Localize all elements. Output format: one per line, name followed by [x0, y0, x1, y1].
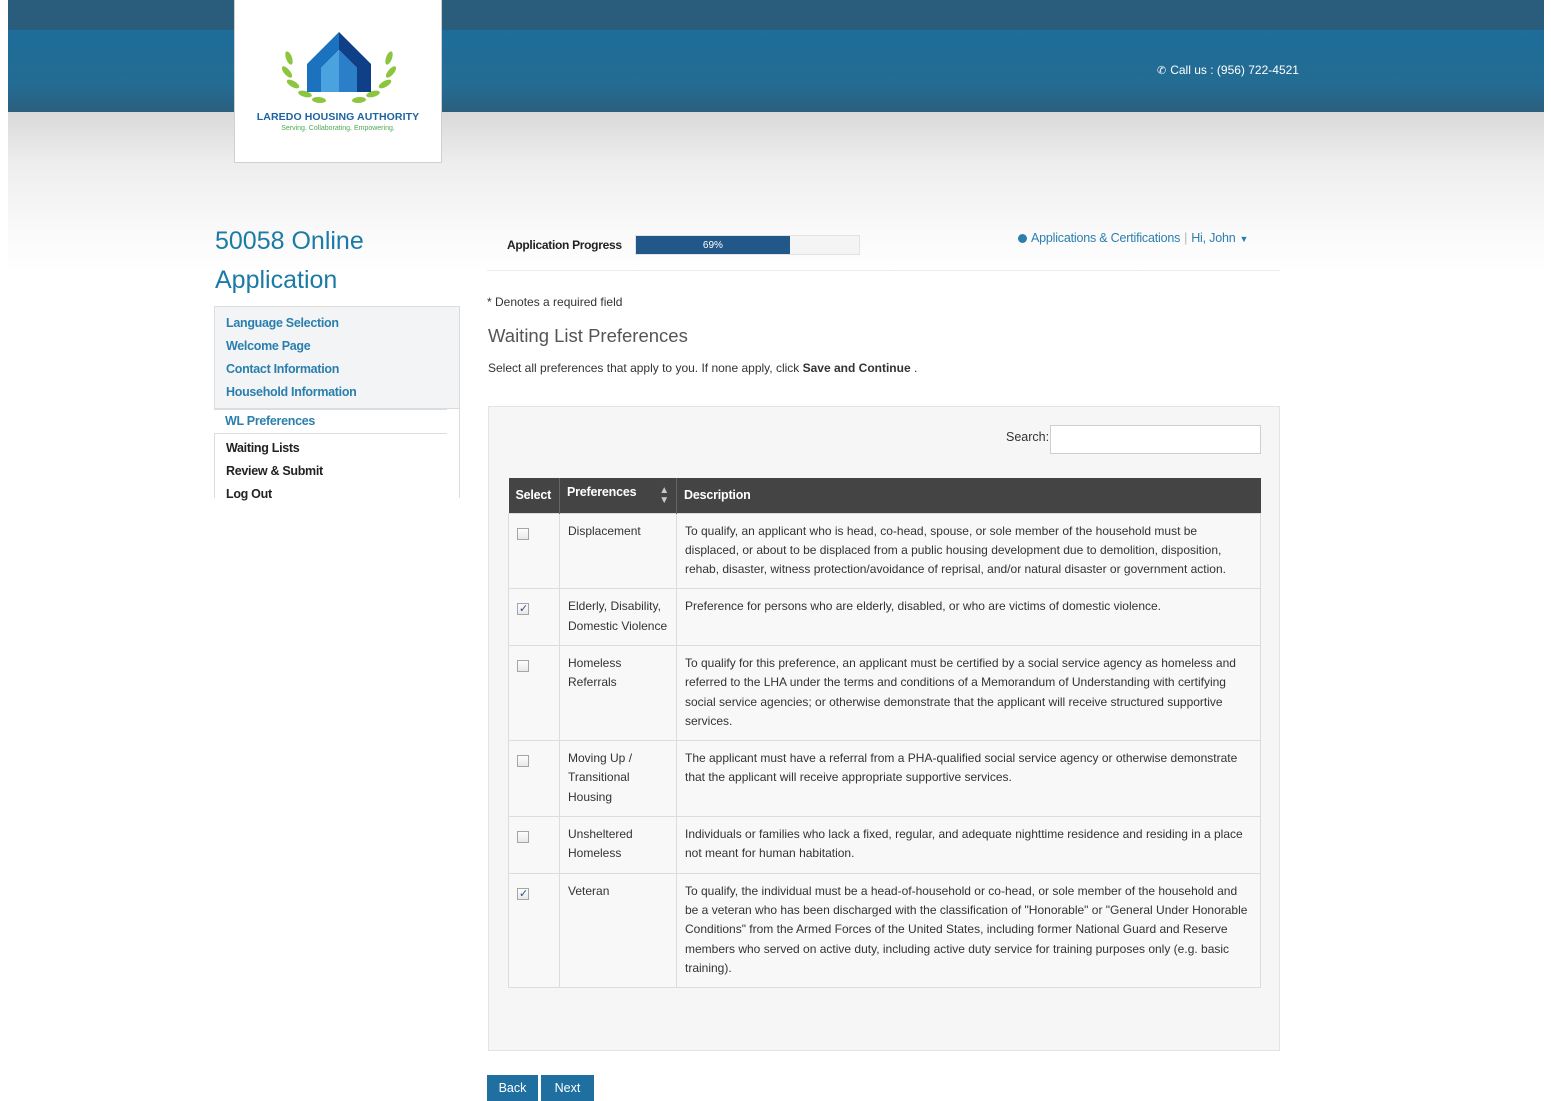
preference-name: Homeless Referrals: [559, 644, 677, 742]
select-cell: [508, 740, 560, 818]
instructions-prefix: Select all preferences that apply to you…: [488, 361, 803, 375]
select-cell: [508, 872, 560, 989]
select-cell: [508, 512, 560, 590]
search-label: Search:: [1006, 430, 1050, 444]
logo[interactable]: LAREDO HOUSING AUTHORITY Serving. Collab…: [234, 0, 442, 163]
preference-checkbox[interactable]: [517, 659, 529, 672]
caret-down-icon: ▼: [1239, 234, 1249, 244]
divider: [487, 270, 1280, 271]
table-row: Moving Up / Transitional Housing The appl…: [508, 740, 1261, 818]
sidebar-completed-group: Language Selection Welcome Page Contact …: [215, 307, 459, 409]
column-header-preferences[interactable]: Preferences ▲ ▼: [559, 478, 677, 513]
search-input[interactable]: [1050, 425, 1261, 454]
select-cell: [508, 816, 560, 874]
preference-name: Moving Up / Transitional Housing: [559, 740, 677, 818]
sidebar-item-contact-information[interactable]: Contact Information: [215, 358, 459, 381]
page-title: 50058 Online Application: [215, 222, 455, 300]
instructions-bold: Save and Continue: [802, 361, 911, 375]
back-button[interactable]: Back: [487, 1075, 538, 1101]
preference-checkbox[interactable]: [517, 600, 529, 620]
call-us[interactable]: ✆ Call us : (956) 722-4521: [1157, 63, 1299, 77]
sidebar-item-language-selection[interactable]: Language Selection: [215, 312, 459, 335]
top-nav: Applications & Certifications | Hi, John ▼: [1018, 231, 1248, 245]
progress-bar: 69%: [635, 235, 860, 255]
sidebar-item-waiting-lists[interactable]: Waiting Lists: [215, 437, 459, 460]
preference-description: The applicant must have a referral from …: [676, 740, 1261, 818]
globe-icon: [1018, 234, 1027, 243]
table-row: VeteranTo qualify, the individual must b…: [508, 872, 1261, 989]
preference-description: Individuals or families who lack a fixed…: [676, 816, 1261, 874]
preference-name: Displacement: [559, 512, 677, 590]
progress-label: Application Progress: [507, 238, 622, 252]
table-row: Unsheltered Homeless Individuals or famil…: [508, 816, 1261, 874]
preference-name: Unsheltered Homeless: [559, 816, 677, 874]
preference-description: To qualify, the individual must be a hea…: [676, 872, 1261, 989]
sidebar-item-review-submit[interactable]: Review & Submit: [215, 460, 459, 483]
sort-icon: ▲ ▼: [659, 484, 669, 506]
preference-checkbox[interactable]: [517, 885, 529, 904]
org-tagline: Serving. Collaborating. Empowering.: [281, 125, 395, 132]
table-row: Elderly, Disability, Domestic ViolencePr…: [508, 588, 1261, 646]
table-row: Homeless Referrals To qualify for this pr…: [508, 644, 1261, 742]
nav-divider: |: [1184, 231, 1188, 245]
sidebar-item-log-out[interactable]: Log Out: [215, 483, 459, 506]
user-menu-label: Hi, John: [1191, 231, 1236, 245]
phone-icon: ✆: [1157, 65, 1167, 77]
column-header-select: Select: [508, 478, 560, 513]
preference-checkbox[interactable]: [517, 831, 529, 844]
table-row: Displacement To qualify, an applicant who…: [508, 512, 1261, 590]
select-cell: [508, 644, 560, 742]
preference-description: Preference for persons who are elderly, …: [676, 588, 1261, 646]
column-header-preferences-label: Preferences: [567, 484, 637, 499]
instructions-suffix: .: [910, 361, 918, 375]
instructions: Select all preferences that apply to you…: [488, 361, 917, 375]
sidebar-item-wl-preferences[interactable]: WL Preferences: [214, 409, 447, 434]
house-logo-icon: [281, 32, 397, 104]
table-header-row: Select Preferences ▲ ▼ Description: [508, 478, 1261, 513]
user-menu[interactable]: Hi, John ▼: [1191, 231, 1248, 245]
required-note: * Denotes a required field: [487, 295, 623, 309]
preference-name: Veteran: [559, 872, 677, 989]
page-title-line1: 50058 Online: [215, 227, 364, 255]
preference-description: To qualify, an applicant who is head, co…: [676, 512, 1261, 590]
preferences-table: Select Preferences ▲ ▼ Description Displac…: [508, 478, 1261, 989]
call-us-text: Call us : (956) 722-4521: [1170, 63, 1299, 77]
preference-checkbox[interactable]: [517, 527, 529, 540]
preference-checkbox[interactable]: [517, 755, 529, 768]
preference-name: Elderly, Disability, Domestic Violence: [559, 588, 677, 646]
preference-description: To qualify for this preference, an appli…: [676, 644, 1261, 742]
page-title-line2: Application: [215, 266, 338, 294]
applications-certifications-link[interactable]: Applications & Certifications: [1031, 231, 1180, 245]
sidebar-item-welcome-page[interactable]: Welcome Page: [215, 335, 459, 358]
sidebar-nav: Language Selection Welcome Page Contact …: [214, 306, 460, 510]
sidebar-pending-group: Waiting Lists Review & Submit Log Out: [215, 434, 459, 510]
org-name: LAREDO HOUSING AUTHORITY: [256, 111, 420, 123]
column-header-description: Description: [676, 478, 1261, 513]
next-button[interactable]: Next: [541, 1075, 594, 1101]
select-cell: [508, 588, 560, 646]
sidebar-item-household-information[interactable]: Household Information: [215, 381, 459, 404]
progress-fill: 69%: [636, 236, 790, 254]
section-title: Waiting List Preferences: [488, 325, 688, 346]
